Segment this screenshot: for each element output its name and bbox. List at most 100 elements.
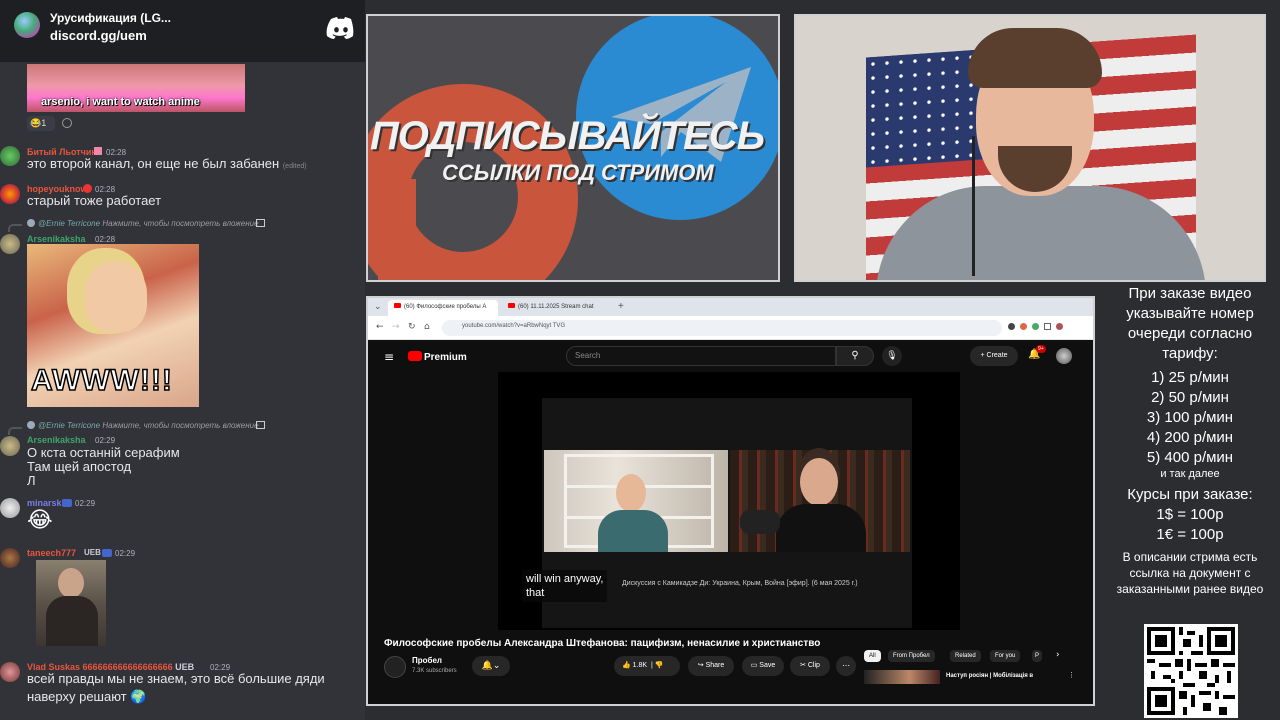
rate-eur: 1€ = 100р [1156, 526, 1224, 543]
qr-code-icon [1147, 627, 1235, 715]
avatar[interactable] [0, 498, 20, 518]
reply-preview[interactable]: @Ernie Terricone Нажмите, чтобы посмотре… [38, 219, 259, 228]
tab-youtube-video[interactable]: (60) Философские пробелы А [388, 300, 498, 316]
username[interactable]: Arsenikaksha [27, 435, 86, 445]
server-icon [14, 12, 40, 38]
username[interactable]: Arsenikaksha [27, 234, 86, 244]
streamer-beard [998, 146, 1072, 192]
tariff-etc: и так далее [1160, 468, 1220, 480]
subscribe-bell-button[interactable]: 🔔⌄ [472, 656, 510, 676]
subtitles: will win anyway, that [522, 570, 608, 602]
avatar[interactable] [0, 184, 20, 204]
tariff-4: 4) 200 р/мин [1146, 429, 1234, 446]
avatar[interactable] [0, 146, 20, 166]
qr-code[interactable] [1144, 624, 1238, 718]
more-actions-icon[interactable]: ⋯ [836, 656, 856, 676]
gif-caption: arsenio, i want to watch anime [41, 96, 200, 108]
chip-for-you[interactable]: For you [990, 650, 1021, 662]
avatar[interactable] [0, 548, 20, 568]
channel-name[interactable]: Пробел [412, 656, 442, 665]
video-player[interactable]: will win anyway, that Дискуссия с Камика… [498, 372, 960, 630]
back-icon[interactable]: ← [376, 322, 384, 332]
guest-head [616, 474, 646, 512]
share-button[interactable]: ↪ Share [688, 656, 734, 676]
promo-subline: ССЫЛКИ ПОД СТРИМОМ [442, 160, 714, 185]
youtube-favicon-icon [508, 303, 515, 308]
message-text: это второй канал, он еще не был забанен … [27, 156, 307, 171]
next-video-title[interactable]: Наступ росіян | Мобілізація в [946, 673, 1033, 679]
save-button[interactable]: ▭ Save [742, 656, 784, 676]
guest-body [598, 510, 668, 552]
subscriber-count: 7.3K subscribers [412, 668, 457, 674]
avatar[interactable] [0, 662, 20, 682]
chip-all[interactable]: All [864, 650, 881, 662]
create-button[interactable]: + Create [970, 346, 1018, 366]
avatar[interactable] [0, 234, 20, 254]
laugh-emoji-icon: 😂 [27, 508, 53, 533]
mic-icon[interactable]: 🎙 [882, 346, 902, 366]
gif-attachment[interactable]: AWWW!!! [27, 244, 199, 407]
tariff-1: 1) 25 р/мин [1151, 369, 1229, 386]
photo-person [58, 568, 84, 598]
extensions-icons[interactable] [1008, 323, 1078, 333]
webcam-panel [794, 14, 1266, 282]
clip-button[interactable]: ✂ Clip [790, 656, 830, 676]
video-caption: Дискуссия с Камикадзе Ди: Украина, Крым,… [622, 580, 858, 587]
badge-label: UEB [84, 548, 101, 557]
message-text: старый тоже работает [27, 193, 162, 208]
menu-icon[interactable]: ≡ [384, 350, 394, 364]
address-bar[interactable]: youtube.com/watch?v=aRbwNqyt TVG [442, 320, 1002, 336]
home-icon[interactable]: ⌂ [424, 322, 430, 332]
chip-from-channel[interactable]: From Пробел [888, 650, 935, 662]
reaction-chip[interactable]: 😂1 [27, 116, 55, 131]
tariff-5: 5) 400 р/мин [1146, 449, 1234, 466]
search-input[interactable]: Search [566, 346, 836, 366]
globe-emoji-icon: 🌍 [130, 689, 147, 704]
youtube-play-icon [408, 351, 422, 361]
more-vert-icon[interactable]: ⋮ [1068, 671, 1075, 679]
reply-avatar [27, 421, 35, 429]
badge-icon [83, 184, 92, 193]
forward-icon[interactable]: → [392, 322, 400, 332]
guest2-body [776, 504, 866, 552]
tab-strip: (60) Философские пробелы А (60) 11.11.20… [368, 298, 1093, 316]
avatar[interactable] [0, 436, 20, 456]
guest2-head [800, 458, 838, 506]
streamer-hair [968, 28, 1102, 88]
chip-related[interactable]: Related [950, 650, 981, 662]
guest-right [730, 450, 910, 552]
next-video-thumbnail[interactable] [864, 670, 940, 684]
order-info-panel: При заказе видео указывайте номер очеред… [1100, 284, 1280, 597]
message-line: Л [27, 473, 36, 488]
chat-overlay: Урусификация (LG... discord.gg/uem arsen… [0, 0, 365, 720]
gif-attachment[interactable]: arsenio, i want to watch anime [27, 64, 245, 112]
rates-title: Курсы при заказе: [1127, 486, 1253, 503]
timestamp: 02:29 [75, 499, 96, 508]
username[interactable]: taneech777 [27, 548, 76, 558]
image-icon [256, 421, 265, 429]
username[interactable]: minarski [27, 498, 64, 508]
channel-avatar[interactable] [384, 656, 406, 678]
toolbar: ← → ↻ ⌂ youtube.com/watch?v=aRbwNqyt TVG [368, 316, 1093, 340]
tab-stream-chat[interactable]: (60) 11.11.2025 Stream chat [502, 300, 612, 316]
chat-header: Урусификация (LG... discord.gg/uem [0, 0, 365, 62]
account-avatar[interactable] [1056, 348, 1072, 364]
youtube-logo[interactable]: Premium [408, 351, 467, 363]
reply-avatar [27, 219, 35, 227]
chevron-right-icon[interactable]: › [1056, 650, 1060, 660]
chip-partial[interactable]: Р [1032, 650, 1043, 662]
video-title: Философские пробелы Александра Штефанова… [384, 638, 821, 649]
tab-menu-icon[interactable]: ⌄ [374, 301, 382, 312]
server-invite-link[interactable]: discord.gg/uem [50, 28, 147, 43]
add-reaction-icon[interactable] [62, 118, 72, 128]
reply-preview[interactable]: @Ernie Terricone Нажмите, чтобы посмотре… [38, 421, 259, 430]
like-button[interactable]: 👍 1.8K | 👎 [614, 656, 680, 676]
tariff-2: 2) 50 р/мин [1151, 389, 1229, 406]
message-line: О кста останній серафим [27, 445, 180, 460]
reload-icon[interactable]: ↻ [408, 322, 416, 332]
footer-note: В описании стрима есть ссылка на докумен… [1116, 550, 1264, 596]
timestamp: 02:28 [95, 235, 116, 244]
image-attachment[interactable] [36, 560, 106, 646]
search-icon[interactable]: ⚲ [836, 346, 874, 366]
new-tab-icon[interactable]: + [618, 301, 624, 312]
